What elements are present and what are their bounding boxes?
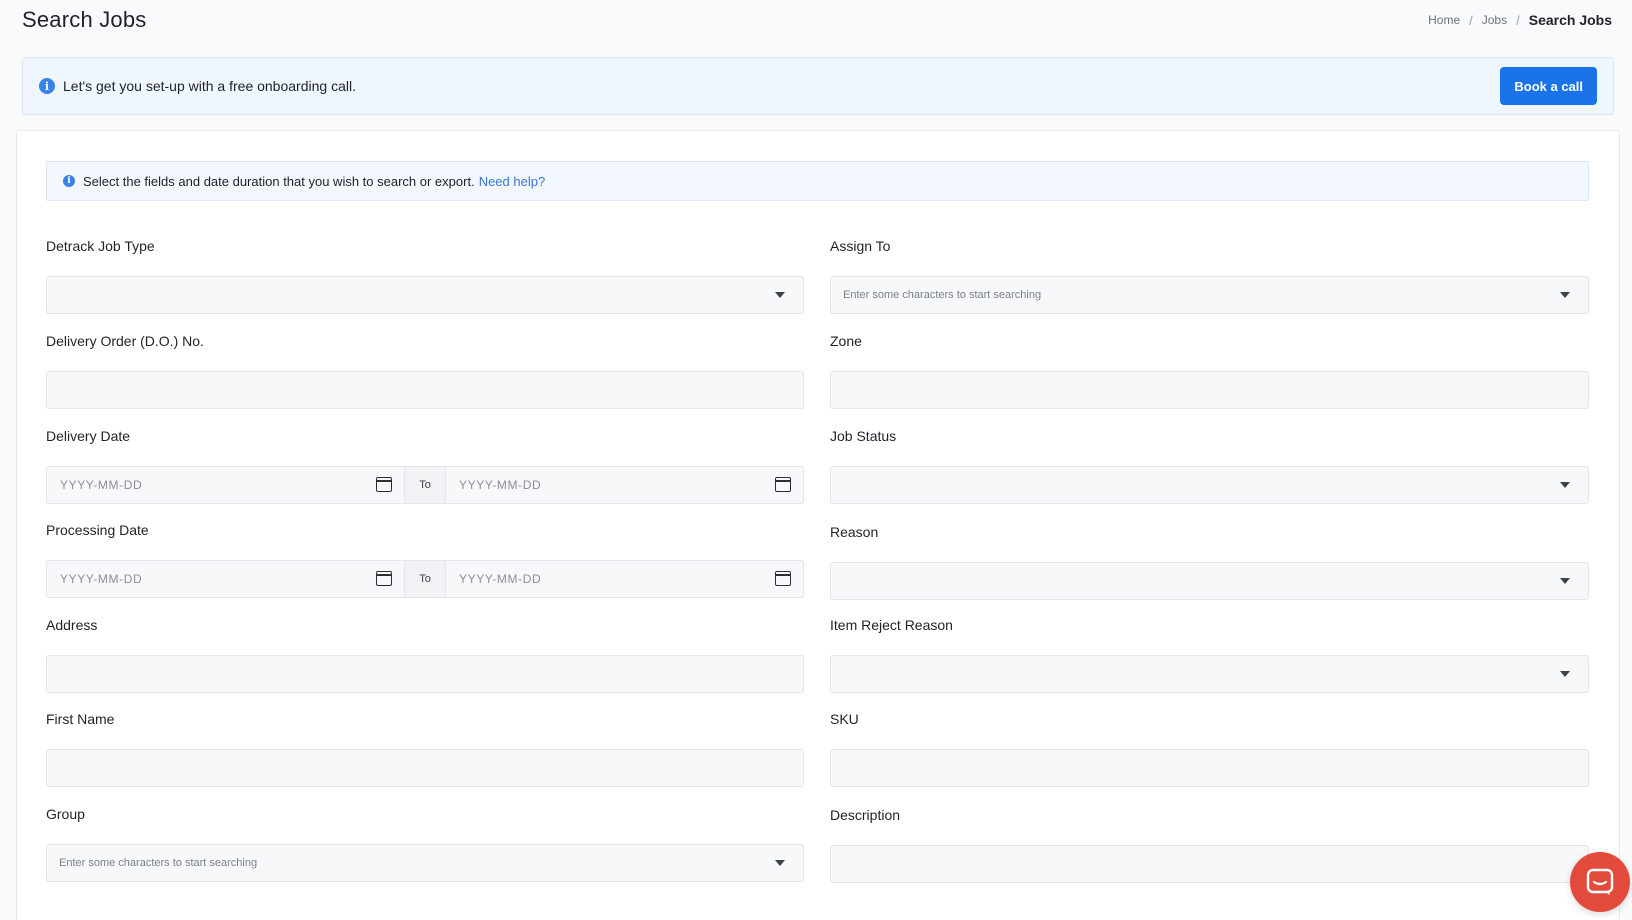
job-type-label: Detrack Job Type [46,238,155,254]
group-label: Group [46,806,85,822]
zone-wrapper [830,371,1589,409]
sku-field: SKU [830,709,1589,787]
calendar-icon[interactable] [376,477,392,492]
onboarding-text: Let's get you set-up with a free onboard… [63,78,356,94]
item-reject-reason-label: Item Reject Reason [830,617,953,633]
reason-select[interactable] [830,562,1589,600]
breadcrumb-separator: / [1469,12,1473,28]
description-label: Description [830,807,901,823]
breadcrumb-jobs[interactable]: Jobs [1482,13,1507,27]
breadcrumb-separator: / [1516,12,1520,28]
chevron-down-icon [1560,292,1570,298]
do-number-label: Delivery Order (D.O.) No. [46,333,204,349]
item-reject-reason-field: Item Reject Reason [830,615,1589,693]
description-field: Description [830,805,1589,883]
breadcrumb-current: Search Jobs [1528,12,1612,28]
do-number-wrapper [46,371,804,409]
zone-field: Zone [830,331,1589,409]
item-reject-reason-select[interactable] [830,655,1589,693]
onboarding-banner: i Let's get you set-up with a free onboa… [22,57,1614,115]
zone-input[interactable] [831,372,1588,408]
date-to-addon: To [405,466,445,504]
reason-label: Reason [830,524,879,540]
delivery-date-to-wrapper [445,466,804,504]
book-call-button[interactable]: Book a call [1500,67,1597,105]
page-title: Search Jobs [22,7,147,32]
group-field: Group Enter some characters to start sea… [46,804,804,882]
processing-date-range: To [46,560,804,598]
assign-to-field: Assign To Enter some characters to start… [830,236,1589,314]
job-status-field: Job Status [830,426,1589,504]
job-type-select[interactable] [46,276,804,314]
calendar-icon[interactable] [775,477,791,492]
chat-icon [1586,868,1614,895]
processing-date-field: Processing Date To [46,520,804,598]
chevron-down-icon [1560,578,1570,584]
processing-date-label: Processing Date [46,522,149,538]
reason-field: Reason [830,522,1589,600]
chevron-down-icon [775,292,785,298]
search-form-card: i Select the fields and date duration th… [16,130,1620,920]
do-number-field: Delivery Order (D.O.) No. [46,331,804,409]
processing-date-to-input[interactable] [446,561,803,597]
address-field: Address [46,615,804,693]
first-name-field: First Name [46,709,804,787]
breadcrumb: Home / Jobs / Search Jobs [1428,12,1612,28]
help-banner: i Select the fields and date duration th… [46,161,1589,201]
description-input[interactable] [831,846,1588,882]
delivery-date-label: Delivery Date [46,428,131,444]
job-type-field: Detrack Job Type [46,236,804,314]
chevron-down-icon [1560,482,1570,488]
first-name-wrapper [46,749,804,787]
assign-to-placeholder: Enter some characters to start searching [843,289,1042,301]
processing-date-to-wrapper [445,560,804,598]
delivery-date-range: To [46,466,804,504]
date-to-addon: To [405,560,445,598]
sku-input[interactable] [831,750,1588,786]
assign-to-label: Assign To [830,238,891,254]
zone-label: Zone [830,333,862,349]
help-text: Select the fields and date duration that… [83,173,475,189]
do-number-input[interactable] [47,372,803,408]
sku-wrapper [830,749,1589,787]
calendar-icon[interactable] [775,571,791,586]
delivery-date-to-input[interactable] [446,467,803,503]
sku-label: SKU [830,711,859,727]
processing-date-from-input[interactable] [47,561,404,597]
need-help-link[interactable]: Need help? [479,174,546,189]
assign-to-select[interactable]: Enter some characters to start searching [830,276,1589,314]
page-header: Search Jobs Home / Jobs / Search Jobs [22,0,1614,40]
address-label: Address [46,617,98,633]
address-wrapper [46,655,804,693]
info-icon: i [63,175,75,187]
calendar-icon[interactable] [376,571,392,586]
delivery-date-field: Delivery Date To [46,426,804,504]
address-input[interactable] [47,656,803,692]
job-status-select[interactable] [830,466,1589,504]
first-name-input[interactable] [47,750,803,786]
breadcrumb-home[interactable]: Home [1428,13,1460,27]
first-name-label: First Name [46,711,115,727]
chat-launcher-button[interactable] [1570,852,1630,912]
processing-date-from-wrapper [46,560,405,598]
chevron-down-icon [1560,671,1570,677]
info-icon: i [39,78,55,94]
group-select[interactable]: Enter some characters to start searching [46,844,804,882]
delivery-date-from-input[interactable] [47,467,404,503]
job-status-label: Job Status [830,428,897,444]
delivery-date-from-wrapper [46,466,405,504]
group-placeholder: Enter some characters to start searching [59,857,258,869]
chevron-down-icon [775,860,785,866]
description-wrapper [830,845,1589,883]
